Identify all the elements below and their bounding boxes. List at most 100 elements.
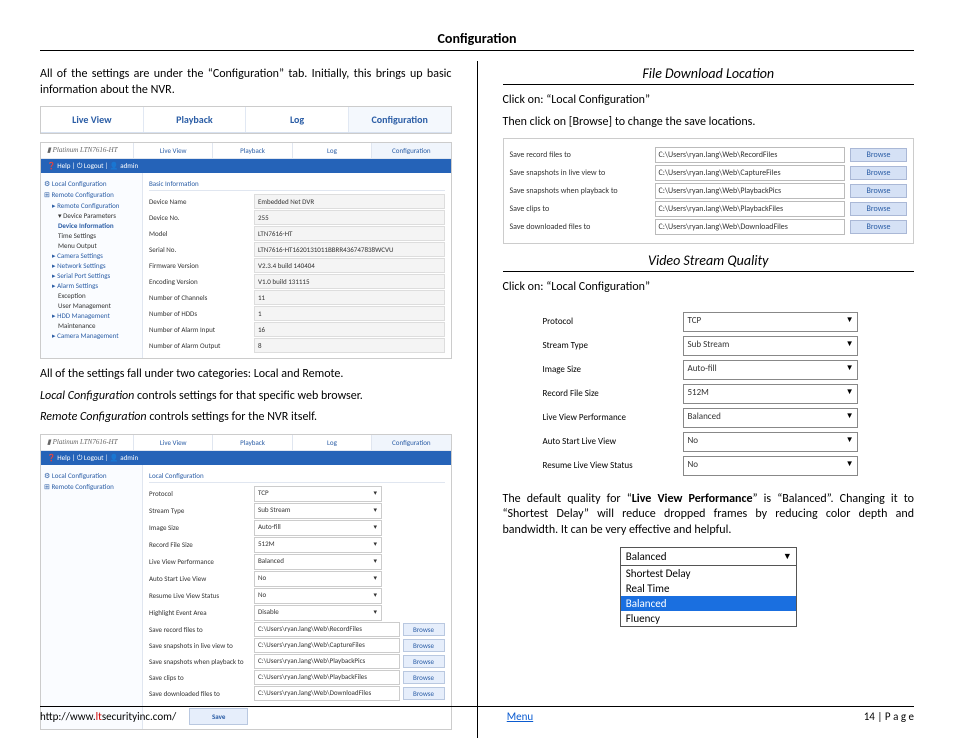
lab-img: Image Size	[149, 523, 254, 532]
dropdown-example[interactable]: Balanced Shortest Delay Real Time Balanc…	[620, 547, 797, 627]
q-sel-rec[interactable]: 512M	[683, 384, 858, 404]
text-click-local: Click on: “Local Configuration”	[503, 93, 915, 109]
sidebar-exception[interactable]: Exception	[58, 291, 139, 300]
dl-lab-clips: Save clips to	[510, 204, 655, 214]
section-local-config: Local Configuration	[149, 469, 445, 483]
val-enc: V1.0 build 131115	[254, 274, 445, 289]
dropdown-selected[interactable]: Balanced	[621, 548, 796, 566]
sidebar2-remote[interactable]: ⊞ Remote Configuration	[44, 482, 139, 491]
tab-log[interactable]: Log	[246, 107, 349, 132]
q-sel-lvp[interactable]: Balanced	[683, 408, 858, 428]
dl-inp-rec[interactable]: C:\Users\ryan.lang\Web\RecordFiles	[655, 147, 846, 163]
browse-button-4[interactable]: Browse	[403, 671, 445, 684]
q-lab-img: Image Size	[543, 364, 683, 375]
dl-inp-dl[interactable]: C:\Users\ryan.lang\Web\DownloadFiles	[655, 219, 846, 235]
sel-hl[interactable]: Disable	[254, 605, 382, 621]
screenshot-basic-info: ▮ Platinum LTN7616-HT Live View Playback…	[40, 142, 452, 359]
browse-button-3[interactable]: Browse	[403, 655, 445, 668]
q-sel-stream[interactable]: Sub Stream	[683, 336, 858, 356]
sel-rec[interactable]: 512M	[254, 537, 382, 553]
dl-browse-5[interactable]: Browse	[850, 220, 907, 234]
header-bar-2: ❓ Help | ⏻ Logout | 👤 admin	[41, 451, 451, 465]
text-two-categories: All of the settings fall under two categ…	[40, 367, 452, 383]
sidebar-time[interactable]: Time Settings	[58, 231, 139, 240]
label-model: Model	[149, 229, 254, 238]
sidebar-cammgmt[interactable]: ▸ Camera Management	[52, 331, 139, 340]
inp-path-rec[interactable]: C:\Users\ryan.lang\Web\RecordFiles	[254, 622, 400, 637]
q-lab-proto: Protocol	[543, 316, 683, 327]
q-sel-auto[interactable]: No	[683, 432, 858, 452]
tab-configuration[interactable]: Configuration	[349, 107, 451, 132]
lab-hl: Highlight Event Area	[149, 608, 254, 617]
sidebar-alarm[interactable]: ▸ Alarm Settings	[52, 281, 139, 290]
sel-img[interactable]: Auto-fill	[254, 520, 382, 536]
val-model: LTN7616-HT	[254, 226, 445, 241]
tab-live-view[interactable]: Live View	[41, 107, 144, 132]
q-lab-rec: Record File Size	[543, 388, 683, 399]
label-ai: Number of Alarm Input	[149, 325, 254, 334]
q-sel-proto[interactable]: TCP	[683, 312, 858, 332]
lab-auto: Auto Start Live View	[149, 574, 254, 583]
sidebar-hdd[interactable]: ▸ HDD Management	[52, 311, 139, 320]
inp-path-snap2[interactable]: C:\Users\ryan.lang\Web\PlaybackPics	[254, 654, 400, 669]
sidebar-remote2[interactable]: ▸ Remote Configuration	[52, 201, 139, 210]
dl-inp-snap2[interactable]: C:\Users\ryan.lang\Web\PlaybackPics	[655, 183, 846, 199]
sidebar-local[interactable]: Local Configuration	[44, 179, 139, 188]
dropdown-opt-fluency[interactable]: Fluency	[621, 611, 796, 626]
mini2-live[interactable]: Live View	[133, 435, 212, 450]
footer-url: http://www.ltsecurityinc.com/	[40, 710, 176, 723]
q-sel-res[interactable]: No	[683, 456, 858, 476]
inp-path-clips[interactable]: C:\Users\ryan.lang\Web\PlaybackFiles	[254, 670, 400, 685]
dl-inp-snap[interactable]: C:\Users\ryan.lang\Web\CaptureFiles	[655, 165, 846, 181]
dl-inp-clips[interactable]: C:\Users\ryan.lang\Web\PlaybackFiles	[655, 201, 846, 217]
sidebar-serial[interactable]: ▸ Serial Port Settings	[52, 271, 139, 280]
section-basic-info: Basic Information	[149, 177, 445, 191]
sidebar-remote[interactable]: ⊞ Remote Configuration	[44, 190, 139, 199]
mini2-playback[interactable]: Playback	[212, 435, 291, 450]
text-default-quality: The default quality for “Live View Perfo…	[503, 492, 915, 539]
intro-text: All of the settings are under the “Confi…	[40, 67, 452, 98]
dl-browse-2[interactable]: Browse	[850, 166, 907, 180]
dl-lab-snap2: Save snapshots when playback to	[510, 186, 655, 196]
mini-tab-playback[interactable]: Playback	[212, 143, 291, 158]
mini-tab-log[interactable]: Log	[292, 143, 371, 158]
dropdown-opt-shortest[interactable]: Shortest Delay	[621, 566, 796, 581]
q-lab-stream: Stream Type	[543, 340, 683, 351]
browse-button-5[interactable]: Browse	[403, 687, 445, 700]
menu-link[interactable]: Menu	[507, 710, 533, 723]
sel-auto[interactable]: No	[254, 571, 382, 587]
inp-path-dl[interactable]: C:\Users\ryan.lang\Web\DownloadFiles	[254, 686, 400, 701]
sel-res[interactable]: No	[254, 588, 382, 604]
dl-browse-1[interactable]: Browse	[850, 148, 907, 162]
sidebar-user[interactable]: User Management	[58, 301, 139, 310]
dropdown-opt-realtime[interactable]: Real Time	[621, 581, 796, 596]
dropdown-opt-balanced[interactable]: Balanced	[621, 596, 796, 611]
mini2-config[interactable]: Configuration	[371, 435, 450, 450]
sel-lvp[interactable]: Balanced	[254, 554, 382, 570]
val-ch: 11	[254, 290, 445, 305]
sidebar-devparam[interactable]: ▾ Device Parameters	[58, 211, 139, 220]
dl-browse-4[interactable]: Browse	[850, 202, 907, 216]
sidebar-network[interactable]: ▸ Network Settings	[52, 261, 139, 270]
sidebar-camera[interactable]: ▸ Camera Settings	[52, 251, 139, 260]
browse-button-1[interactable]: Browse	[403, 623, 445, 636]
dl-browse-3[interactable]: Browse	[850, 184, 907, 198]
sel-stream[interactable]: Sub Stream	[254, 503, 382, 519]
sel-proto[interactable]: TCP	[254, 486, 382, 502]
label-ao: Number of Alarm Output	[149, 341, 254, 350]
mini-tab-live[interactable]: Live View	[133, 143, 212, 158]
q-sel-img[interactable]: Auto-fill	[683, 360, 858, 380]
inp-path-snap[interactable]: C:\Users\ryan.lang\Web\CaptureFiles	[254, 638, 400, 653]
mini2-log[interactable]: Log	[292, 435, 371, 450]
sidebar-maint[interactable]: Maintenance	[58, 321, 139, 330]
q-lab-lvp: Live View Performance	[543, 412, 683, 423]
sidebar-menu[interactable]: Menu Output	[58, 241, 139, 250]
tab-playback[interactable]: Playback	[144, 107, 247, 132]
browse-button-2[interactable]: Browse	[403, 639, 445, 652]
sidebar-2: Local Configuration ⊞ Remote Configurati…	[41, 465, 143, 729]
mini-tab-config[interactable]: Configuration	[371, 143, 450, 158]
main-tabs-shot: Live View Playback Log Configuration	[40, 106, 452, 134]
brand-logo-2: ▮ Platinum LTN7616-HT	[41, 435, 133, 450]
sidebar-devinfo[interactable]: Device Information	[58, 221, 139, 230]
sidebar2-local[interactable]: Local Configuration	[44, 471, 139, 480]
